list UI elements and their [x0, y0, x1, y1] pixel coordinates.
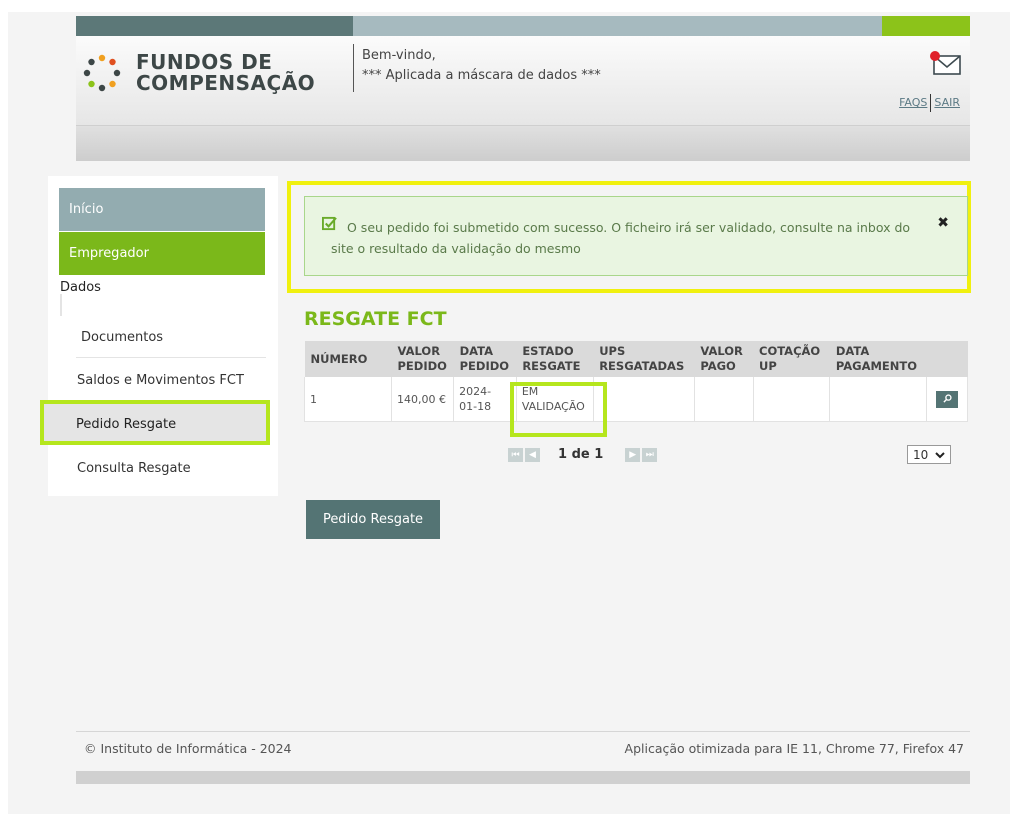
view-details-button[interactable]	[936, 390, 959, 408]
last-page-button[interactable]: ⏭	[642, 447, 658, 462]
sidebar-item-pedido-resgate[interactable]: Pedido Resgate	[40, 400, 270, 445]
welcome-text: Bem-vindo,	[362, 48, 436, 63]
prev-page-button[interactable]: ◀	[525, 447, 540, 462]
column-header-valor-pago: VALOR PAGO	[694, 341, 753, 377]
header-band	[76, 126, 970, 161]
footer-band	[76, 771, 970, 784]
sidebar-item-empregador[interactable]: Empregador	[59, 232, 265, 275]
link-divider	[930, 94, 932, 112]
close-icon[interactable]: ✖	[937, 215, 949, 231]
header: FUNDOS DE COMPENSAÇÃO Bem-vindo, *** Apl…	[76, 36, 970, 126]
logo-line-2: COMPENSAÇÃO	[136, 71, 316, 95]
search-icon	[943, 394, 952, 403]
user-name: *** Aplicada a máscara de dados ***	[362, 68, 601, 83]
cell-valor-pago	[694, 377, 754, 422]
header-divider	[353, 44, 354, 92]
faqs-link[interactable]: FAQS	[899, 96, 927, 109]
column-header-numero: NÚMERO	[304, 341, 392, 377]
logo-text: FUNDOS DE COMPENSAÇÃO	[136, 52, 315, 94]
sidebar-item-inicio[interactable]: Início	[59, 188, 265, 231]
pedido-resgate-button[interactable]: Pedido Resgate	[306, 500, 440, 539]
column-header-valor-pedido: VALOR PEDIDO	[391, 341, 454, 377]
first-page-button[interactable]: ⏮	[508, 447, 523, 462]
cell-actions	[926, 377, 968, 422]
page-size-value: 10	[913, 448, 929, 462]
table-header-row: NÚMERO VALOR PEDIDO DATA PEDIDO ESTADO RESG…	[304, 341, 968, 377]
cell-valor-pedido: 140,00 €	[391, 377, 455, 422]
sidebar-item-consulta-resgate[interactable]: Consulta Resgate	[77, 461, 191, 476]
column-header-estado-resgate: ESTADO RESGATE	[516, 341, 594, 377]
sidebar-item-dados[interactable]: Dados	[60, 280, 101, 295]
cell-cotacao-up	[753, 377, 831, 422]
top-color-bar-light	[353, 16, 882, 36]
column-header-data-pedido: DATA PEDIDO	[453, 341, 517, 377]
resgate-table: NÚMERO VALOR PEDIDO DATA PEDIDO ESTADO RESG…	[304, 341, 968, 422]
sidebar-divider	[60, 294, 62, 316]
footer-browser-note: Aplicação otimizada para IE 11, Chrome 7…	[624, 741, 964, 756]
table-row[interactable]: 1 140,00 € 2024- 01-18 EM VALIDAÇÃO	[304, 377, 968, 422]
logo-mark-icon	[83, 54, 121, 92]
top-links: FAQS SAIR	[899, 94, 960, 112]
sidebar-item-documentos[interactable]: Documentos	[81, 330, 163, 345]
column-header-ups-resgatadas: UPS RESGATADAS	[593, 341, 695, 377]
top-color-bar-dark	[76, 16, 353, 36]
next-page-button[interactable]: ▶	[625, 447, 641, 462]
sidebar: Início Empregador Dados Documentos Saldo…	[40, 176, 278, 496]
cell-data-pedido: 2024- 01-18	[453, 377, 517, 422]
column-header-cotacao-up: COTAÇÃO UP	[753, 341, 830, 377]
page-info: 1 de 1	[558, 447, 604, 462]
logo-line-1: FUNDOS DE	[136, 50, 273, 74]
column-header-actions	[926, 341, 968, 377]
cell-numero: 1	[304, 377, 392, 422]
logo[interactable]: FUNDOS DE COMPENSAÇÃO	[82, 52, 352, 102]
welcome-block: Bem-vindo, *** Aplicada a máscara de dad…	[362, 46, 601, 86]
page-size-select[interactable]: 10	[907, 445, 951, 464]
cell-ups-resgatadas	[593, 377, 695, 422]
sidebar-item-saldos[interactable]: Saldos e Movimentos FCT	[77, 373, 244, 388]
pagination: ⏮ ◀ 1 de 1 ▶ ⏭	[508, 447, 659, 462]
estado-highlight-frame	[510, 382, 607, 437]
column-header-data-pagamento: DATA PAGAMENTO	[829, 341, 927, 377]
logout-link[interactable]: SAIR	[934, 96, 960, 109]
sidebar-divider	[76, 357, 266, 358]
envelope-icon[interactable]	[928, 50, 962, 76]
top-color-bar-green	[882, 16, 970, 36]
sidebar-item-label: Pedido Resgate	[76, 417, 177, 432]
footer-copyright: © Instituto de Informática - 2024	[84, 741, 292, 756]
cell-data-pagamento	[829, 377, 928, 422]
success-alert: O seu pedido foi submetido com sucesso. …	[304, 196, 968, 276]
footer-divider	[76, 731, 970, 732]
page-title: RESGATE FCT	[304, 308, 447, 330]
chevron-down-icon	[935, 452, 945, 459]
alert-message: O seu pedido foi submetido com sucesso. …	[331, 220, 911, 256]
